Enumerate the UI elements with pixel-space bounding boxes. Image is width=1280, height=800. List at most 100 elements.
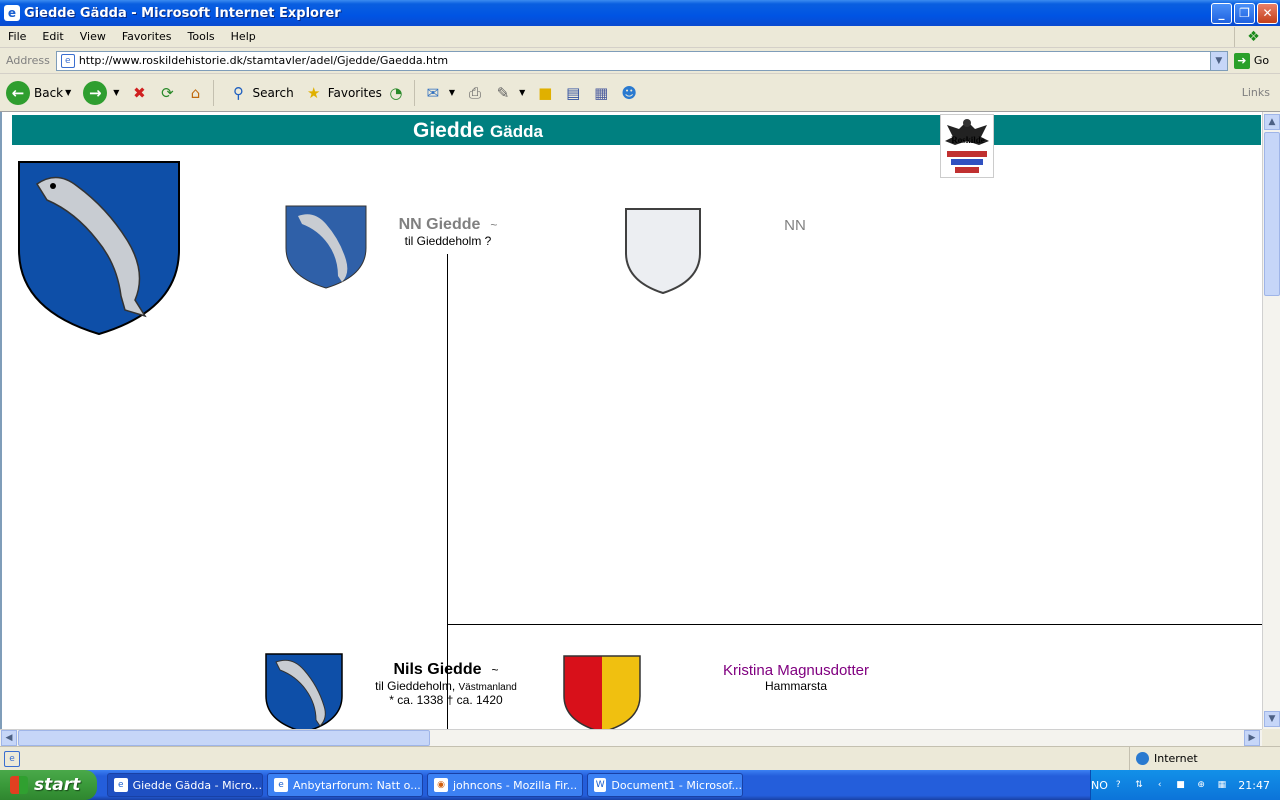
contacts-icon[interactable]: ☻: [618, 82, 640, 104]
toolbar-separator: [213, 79, 215, 106]
address-input[interactable]: e http://www.roskildehistorie.dk/stamtav…: [55, 50, 1228, 71]
back-label: Back: [34, 85, 64, 100]
spouse-nn: NN: [784, 217, 806, 234]
kristina-name[interactable]: Kristina Magnusdotter: [708, 662, 884, 679]
large-coat-of-arms-icon: [18, 161, 180, 336]
roskilde-eagle-icon: [945, 119, 989, 173]
address-dropdown-icon[interactable]: ▼: [1209, 51, 1227, 70]
edit-dropdown-icon[interactable]: ▼: [519, 88, 525, 97]
menu-view[interactable]: View: [72, 30, 114, 43]
horizontal-scroll-thumb[interactable]: [18, 730, 430, 746]
mail-dropdown-icon[interactable]: ▼: [449, 88, 455, 97]
nils-giedde-region: Västmanland: [458, 682, 517, 693]
ie-task-icon: e: [274, 778, 288, 792]
address-bar: Address e http://www.roskildehistorie.dk…: [0, 48, 1280, 74]
task-firefox[interactable]: ◉ johncons - Mozilla Fir...: [427, 773, 583, 797]
language-indicator[interactable]: NO: [1091, 779, 1108, 792]
menu-help[interactable]: Help: [223, 30, 264, 43]
system-tray: NO ? ⇅ ‹ ■ ⊕ ▦ 21:47: [1090, 770, 1280, 800]
network-icon[interactable]: ⇅: [1133, 778, 1146, 792]
search-button[interactable]: ⚲ Search: [224, 82, 294, 104]
go-button[interactable]: ➜ Go: [1233, 52, 1269, 69]
edit-icon[interactable]: ✎: [492, 82, 514, 104]
tray-globe-icon[interactable]: ⊕: [1195, 778, 1208, 792]
scroll-left-icon[interactable]: ◀: [1, 730, 17, 746]
page-icon: e: [60, 53, 75, 68]
scroll-corner: [1262, 729, 1280, 746]
start-button[interactable]: start: [0, 770, 97, 800]
kristina-estate: Hammarsta: [764, 679, 827, 693]
window-title: Giedde Gädda - Microsoft Internet Explor…: [24, 5, 341, 21]
favorites-star-icon: ★: [306, 83, 321, 102]
refresh-icon[interactable]: ⟳: [156, 82, 178, 104]
help-icon[interactable]: ?: [1112, 778, 1125, 792]
banner-title-small: Gädda: [490, 122, 543, 141]
security-zone: Internet: [1130, 752, 1280, 765]
task-anbytarforum[interactable]: e Anbytarforum: Natt o...: [267, 773, 423, 797]
task-ie[interactable]: e Giedde Gädda - Micro...: [107, 773, 263, 797]
menu-tools[interactable]: Tools: [180, 30, 223, 43]
task-word[interactable]: W Document1 - Microsof...: [587, 773, 743, 797]
minimize-button[interactable]: _: [1211, 2, 1232, 24]
status-bar: e Internet: [0, 746, 1280, 770]
task-ie-label: Giedde Gädda - Micro...: [132, 778, 262, 792]
start-label: start: [34, 775, 81, 795]
print-icon[interactable]: ⎙: [464, 82, 486, 104]
scroll-down-icon[interactable]: ▼: [1264, 711, 1280, 727]
restore-button[interactable]: ❐: [1234, 2, 1255, 24]
blank-shield-icon: [625, 208, 701, 295]
status-text-area: [24, 747, 1130, 770]
menu-bar: File Edit View Favorites Tools Help ❖: [0, 26, 1280, 48]
back-button[interactable]: ← Back: [6, 80, 64, 105]
forward-arrow-icon: →: [83, 80, 108, 105]
toolbar-separator: [413, 79, 415, 106]
go-arrow-icon: ➜: [1233, 52, 1250, 69]
history-icon[interactable]: ◔: [385, 82, 407, 104]
nn-giedde-shield-icon: [285, 205, 367, 289]
red-yellow-shield-icon: [563, 655, 641, 729]
messenger-icon[interactable]: ▦: [590, 82, 612, 104]
tray-app-icon[interactable]: ■: [1174, 778, 1187, 792]
scroll-right-icon[interactable]: ▶: [1244, 730, 1260, 746]
menu-file[interactable]: File: [0, 30, 34, 43]
forward-dropdown-icon[interactable]: ▼: [113, 88, 119, 97]
back-dropdown-icon[interactable]: ▼: [65, 88, 71, 97]
ie-icon: e: [4, 5, 20, 21]
stop-icon[interactable]: ✖: [128, 82, 150, 104]
scroll-up-icon[interactable]: ▲: [1264, 114, 1280, 130]
forward-button[interactable]: →: [83, 80, 111, 105]
favorites-button[interactable]: ★ Favorites: [300, 82, 382, 104]
menu-edit[interactable]: Edit: [34, 30, 71, 43]
marriage-tilde: ~: [491, 663, 499, 677]
status-page-icon: e: [4, 750, 20, 767]
taskbar: start e Giedde Gädda - Micro... e Anbyta…: [0, 770, 1280, 800]
vertical-scrollbar[interactable]: ▲ ▼: [1262, 112, 1280, 729]
discuss-icon[interactable]: ■: [534, 82, 556, 104]
home-icon[interactable]: ⌂: [184, 82, 206, 104]
address-url[interactable]: http://www.roskildehistorie.dk/stamtavle…: [79, 54, 448, 67]
mail-icon[interactable]: ✉: [422, 82, 444, 104]
nils-giedde-dates: * ca. 1338 † ca. 1420: [389, 693, 503, 707]
tray-arrow-icon[interactable]: ‹: [1153, 778, 1166, 792]
tray-app2-icon[interactable]: ▦: [1216, 778, 1229, 792]
roskilde-logo[interactable]: Roskilde: [940, 114, 994, 178]
nils-giedde-name[interactable]: Nils Giedde: [393, 661, 481, 678]
menu-favorites[interactable]: Favorites: [114, 30, 180, 43]
banner-title: Giedde Gädda: [413, 119, 543, 143]
research-icon[interactable]: ▤: [562, 82, 584, 104]
back-arrow-icon: ←: [6, 80, 30, 105]
person-nn-giedde: NN Giedde ~ til Gieddeholm ?: [382, 216, 514, 248]
close-button[interactable]: ✕: [1257, 2, 1278, 24]
links-label[interactable]: Links: [1242, 86, 1270, 99]
search-label: Search: [252, 85, 294, 100]
title-bar: e Giedde Gädda - Microsoft Internet Expl…: [0, 0, 1280, 26]
task-anbytarforum-label: Anbytarforum: Natt o...: [293, 778, 421, 792]
vertical-scroll-thumb[interactable]: [1264, 132, 1280, 296]
nn-giedde-name[interactable]: NN Giedde: [399, 216, 481, 233]
favorites-label: Favorites: [327, 85, 382, 100]
roskilde-label: Roskilde: [951, 135, 985, 145]
horizontal-scrollbar[interactable]: ◀ ▶: [0, 729, 1262, 746]
clock: 21:47: [1238, 778, 1270, 792]
standard-toolbar: ← Back ▼ → ▼ ✖ ⟳ ⌂ ⚲ Search ★ Favorites …: [0, 74, 1280, 112]
person-nils-giedde: Nils Giedde ~ til Gieddeholm, Västmanland…: [358, 661, 534, 707]
